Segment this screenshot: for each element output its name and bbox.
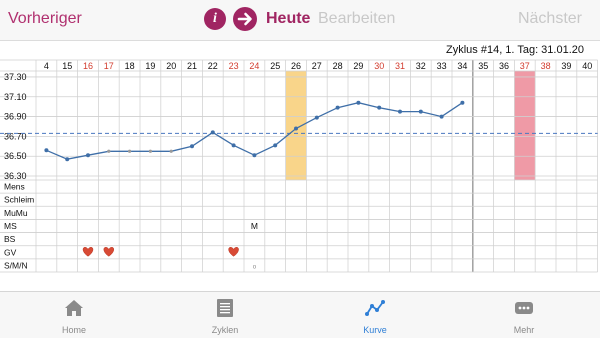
temperature-point bbox=[314, 115, 319, 120]
day-label: 32 bbox=[416, 61, 426, 71]
heart-icon bbox=[228, 247, 239, 257]
temperature-point bbox=[460, 100, 465, 105]
temperature-point bbox=[231, 143, 236, 148]
row-label: MuMu bbox=[4, 208, 28, 218]
heart-icon bbox=[82, 247, 94, 257]
ovulation-highlight bbox=[285, 71, 307, 180]
tab-cycles[interactable]: Zyklen bbox=[185, 292, 265, 338]
day-label: 28 bbox=[333, 61, 343, 71]
temperature-point bbox=[418, 109, 423, 114]
temperature-point bbox=[210, 130, 215, 135]
day-label: 21 bbox=[187, 61, 197, 71]
day-label: 19 bbox=[145, 61, 155, 71]
curve-icon bbox=[365, 300, 385, 316]
day-label: 31 bbox=[395, 61, 405, 71]
list-icon bbox=[217, 299, 233, 317]
day-label: 39 bbox=[561, 61, 571, 71]
temperature-point bbox=[398, 109, 402, 114]
tab-label: Kurve bbox=[363, 325, 387, 335]
y-tick-label: 36.50 bbox=[4, 151, 27, 161]
day-label: 26 bbox=[291, 61, 301, 71]
row-label: BS bbox=[4, 234, 16, 244]
temperature-point bbox=[65, 157, 70, 162]
day-label: 24 bbox=[249, 61, 259, 71]
temperature-point bbox=[377, 105, 382, 110]
temperature-point bbox=[44, 148, 49, 153]
row-label: MS bbox=[4, 221, 17, 231]
day-label: 37 bbox=[520, 61, 530, 71]
temperature-point bbox=[190, 144, 194, 149]
temperature-point bbox=[294, 126, 298, 131]
day-label: 16 bbox=[83, 61, 93, 71]
day-label: 27 bbox=[312, 61, 322, 71]
menstruation-highlight bbox=[514, 71, 536, 180]
temperature-point bbox=[439, 114, 444, 119]
day-label: 29 bbox=[353, 61, 363, 71]
row-label: S/M/N bbox=[4, 260, 28, 270]
day-label: 4 bbox=[44, 61, 49, 71]
day-label: 38 bbox=[541, 61, 551, 71]
day-label: 36 bbox=[499, 61, 509, 71]
day-label: 17 bbox=[104, 61, 114, 71]
day-label: 30 bbox=[374, 61, 384, 71]
day-label: 34 bbox=[457, 61, 467, 71]
home-icon bbox=[65, 300, 83, 316]
day-label: 40 bbox=[582, 61, 592, 71]
tab-label: Home bbox=[61, 325, 86, 335]
day-label: 35 bbox=[478, 61, 488, 71]
day-label: 18 bbox=[125, 61, 135, 71]
tab-label: Zyklen bbox=[211, 325, 239, 335]
row-marker-text: M bbox=[251, 221, 258, 231]
temperature-point bbox=[356, 100, 361, 105]
heart-icon bbox=[103, 247, 115, 257]
day-label: 20 bbox=[166, 61, 176, 71]
temperature-point bbox=[128, 149, 132, 153]
row-label: GV bbox=[4, 247, 17, 257]
y-tick-label: 37.10 bbox=[4, 92, 27, 102]
temperature-point bbox=[169, 149, 173, 153]
y-tick-label: 36.30 bbox=[4, 171, 27, 181]
y-tick-label: 36.90 bbox=[4, 112, 27, 122]
tab-bar: Home Zyklen Kurve Mehr bbox=[0, 291, 600, 338]
temperature-point bbox=[335, 105, 340, 110]
tab-more[interactable]: Mehr bbox=[484, 292, 564, 338]
more-icon bbox=[515, 302, 533, 314]
day-label: 25 bbox=[270, 61, 280, 71]
tab-curve[interactable]: Kurve bbox=[335, 292, 415, 338]
tab-home[interactable]: Home bbox=[34, 292, 114, 338]
day-label: 22 bbox=[208, 61, 218, 71]
day-label: 23 bbox=[229, 61, 239, 71]
y-tick-label: 37.30 bbox=[4, 72, 27, 82]
row-label: Mens bbox=[4, 182, 25, 192]
temperature-chart[interactable]: 37.30 37.10 36.90 36.70 36.50 36.30 4 15 16 17 18 1… bbox=[0, 0, 600, 291]
row-label: Schleim bbox=[4, 195, 34, 205]
temperature-point bbox=[252, 153, 257, 158]
tab-label: Mehr bbox=[513, 325, 535, 335]
temperature-point bbox=[107, 149, 111, 153]
y-tick-label: 36.70 bbox=[4, 131, 27, 141]
temperature-point bbox=[148, 149, 152, 153]
day-label: 15 bbox=[62, 61, 72, 71]
row-marker-text: o bbox=[253, 264, 257, 270]
day-label: 33 bbox=[437, 61, 447, 71]
temperature-point bbox=[86, 153, 90, 158]
temperature-point bbox=[273, 143, 278, 148]
